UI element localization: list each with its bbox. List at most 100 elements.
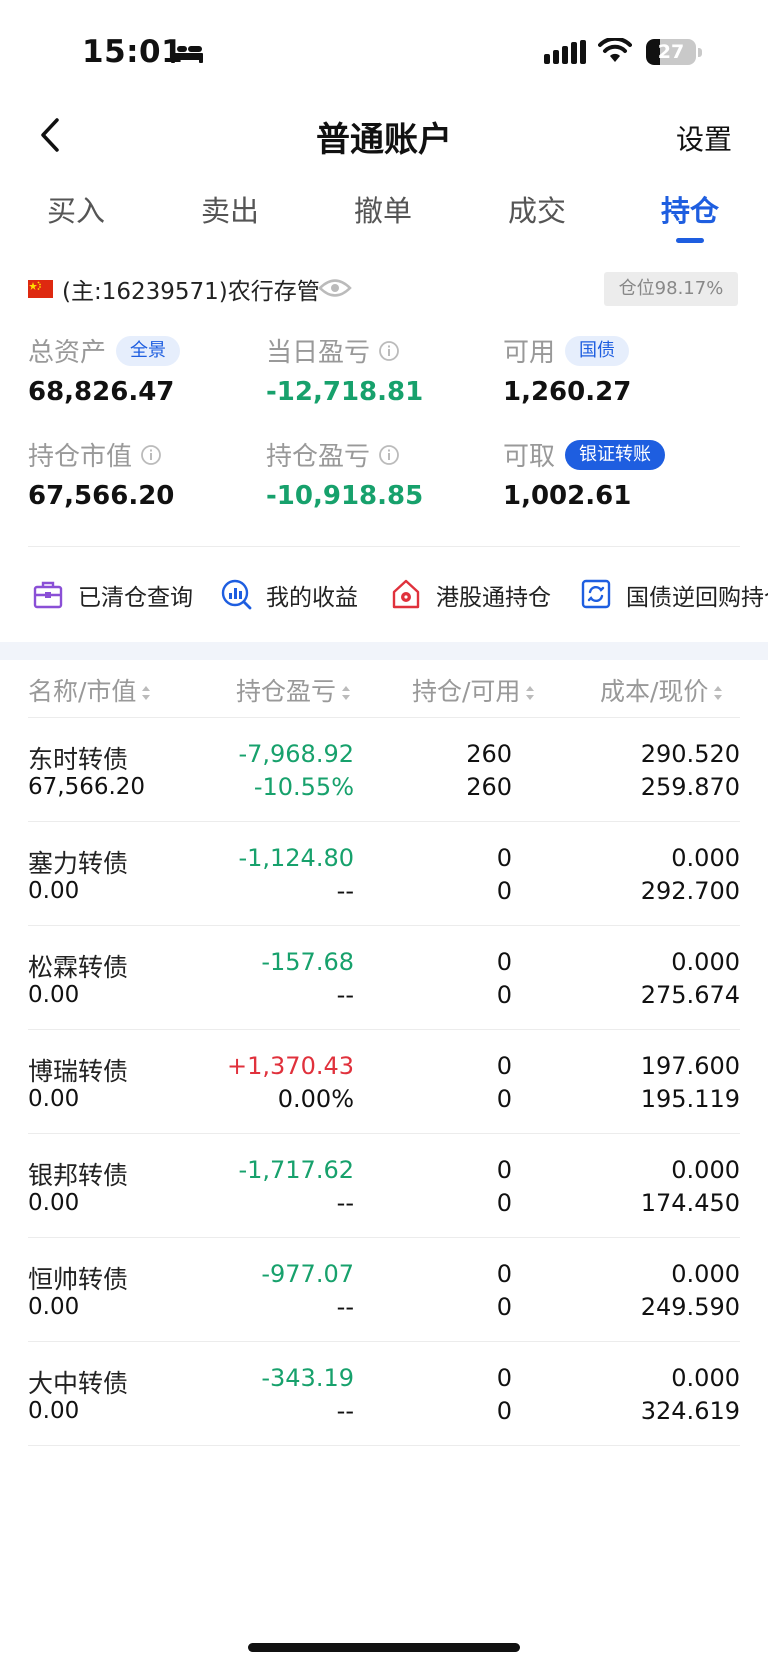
account-label[interactable]: (主:16239571)农行存管 bbox=[62, 272, 320, 306]
bauhinia-home-icon bbox=[392, 579, 420, 609]
overview-button[interactable]: 全景 bbox=[116, 335, 181, 366]
available-qty: 0 bbox=[496, 1293, 512, 1321]
holding-qty: 0 bbox=[496, 1156, 512, 1184]
status-time: 15:01 bbox=[82, 34, 184, 70]
current-price: 292.700 bbox=[640, 877, 740, 905]
briefcase-icon bbox=[33, 581, 63, 609]
shortcut-bar: 已清仓查询 我的收益 港股通持仓 国债逆回购持仓 bbox=[28, 572, 768, 616]
section-separator bbox=[0, 642, 768, 660]
sleep-bed-icon bbox=[171, 44, 203, 63]
wifi-icon bbox=[598, 38, 632, 62]
position-pnl: -1,717.62 bbox=[238, 1156, 354, 1184]
total-assets: 总资产 全景 68,826.47 bbox=[28, 332, 258, 407]
chart-search-icon bbox=[221, 579, 252, 610]
holdings-table-header: 名称/市值 持仓盈亏 持仓/可用 成本/现价 bbox=[0, 672, 768, 718]
china-flag-icon bbox=[28, 280, 53, 298]
market-value: 0.00 bbox=[28, 1086, 80, 1112]
divider bbox=[28, 546, 740, 547]
holding-row[interactable]: 博瑞转债 0.00 +1,370.43 0.00% 0 0 197.600 19… bbox=[28, 1030, 740, 1134]
available-value: 1,260.27 bbox=[503, 377, 632, 407]
market-value: 0.00 bbox=[28, 982, 80, 1008]
sort-icon bbox=[714, 686, 723, 700]
holding-value-value: 67,566.20 bbox=[28, 481, 175, 511]
daily-pnl: 当日盈亏 -12,718.81 bbox=[266, 332, 496, 407]
holding-qty: 0 bbox=[496, 844, 512, 872]
position-pnl-pct: -- bbox=[336, 1293, 354, 1321]
position-pnl: -343.19 bbox=[261, 1364, 354, 1392]
daily-pnl-label: 当日盈亏 bbox=[266, 338, 371, 368]
cellular-signal-icon bbox=[544, 40, 586, 64]
bond-name: 松霖转债 bbox=[28, 953, 129, 982]
available-qty: 0 bbox=[496, 1397, 512, 1425]
daily-pnl-value: -12,718.81 bbox=[266, 377, 424, 407]
position-pnl-pct: -- bbox=[336, 1189, 354, 1217]
withdrawable-label: 可取 bbox=[503, 442, 556, 472]
tab-buy[interactable]: 买入 bbox=[31, 188, 121, 230]
bond-name: 东时转债 bbox=[28, 745, 129, 774]
sort-cost-header[interactable]: 成本/现价 bbox=[600, 672, 724, 708]
home-indicator[interactable] bbox=[248, 1643, 520, 1652]
holding-row[interactable]: 东时转债 67,566.20 -7,968.92 -10.55% 260 260… bbox=[28, 718, 740, 822]
market-value: 0.00 bbox=[28, 1398, 80, 1424]
sort-holding-header[interactable]: 持仓/可用 bbox=[412, 672, 536, 708]
holding-pnl-label: 持仓盈亏 bbox=[266, 442, 371, 472]
current-price: 174.450 bbox=[640, 1189, 740, 1217]
bond-name: 恒帅转债 bbox=[28, 1265, 129, 1294]
bond-name: 大中转债 bbox=[28, 1369, 129, 1398]
available-qty: 0 bbox=[496, 981, 512, 1009]
cost-price: 0.000 bbox=[671, 1260, 740, 1288]
settings-button[interactable]: 设置 bbox=[676, 118, 732, 158]
tab-cancel[interactable]: 撤单 bbox=[338, 188, 428, 230]
current-price: 324.619 bbox=[640, 1397, 740, 1425]
position-pnl: -7,968.92 bbox=[238, 740, 354, 768]
position-ratio-badge: 仓位98.17% bbox=[604, 272, 738, 306]
total-assets-value: 68,826.47 bbox=[28, 377, 175, 407]
info-icon[interactable] bbox=[378, 444, 400, 466]
trade-tabs: 买入 卖出 撤单 成交 持仓 bbox=[0, 188, 768, 248]
market-value: 0.00 bbox=[28, 1294, 80, 1320]
holding-qty: 0 bbox=[496, 1052, 512, 1080]
current-price: 259.870 bbox=[640, 773, 740, 801]
refresh-box-icon bbox=[581, 579, 611, 609]
sort-icon bbox=[142, 686, 151, 700]
current-price: 249.590 bbox=[640, 1293, 740, 1321]
holding-row[interactable]: 松霖转债 0.00 -157.68 -- 0 0 0.000 275.674 bbox=[28, 926, 740, 1030]
battery-icon: 27 bbox=[646, 39, 702, 65]
holding-pnl: 持仓盈亏 -10,918.85 bbox=[266, 436, 496, 511]
holding-row[interactable]: 大中转债 0.00 -343.19 -- 0 0 0.000 324.619 bbox=[28, 1342, 740, 1446]
current-price: 275.674 bbox=[640, 981, 740, 1009]
bond-name: 银邦转债 bbox=[28, 1161, 129, 1190]
withdrawable-funds: 可取 银证转账 1,002.61 bbox=[503, 436, 733, 511]
position-pnl: -157.68 bbox=[261, 948, 354, 976]
total-assets-label: 总资产 bbox=[28, 338, 107, 368]
holding-row[interactable]: 塞力转债 0.00 -1,124.80 -- 0 0 0.000 292.700 bbox=[28, 822, 740, 926]
position-pnl: +1,370.43 bbox=[227, 1052, 354, 1080]
market-value: 0.00 bbox=[28, 878, 80, 904]
sort-icon bbox=[342, 686, 351, 700]
holding-row[interactable]: 银邦转债 0.00 -1,717.62 -- 0 0 0.000 174.450 bbox=[28, 1134, 740, 1238]
sort-icon bbox=[526, 686, 535, 700]
cost-price: 0.000 bbox=[671, 1364, 740, 1392]
tab-sell[interactable]: 卖出 bbox=[185, 188, 275, 230]
eye-icon[interactable] bbox=[318, 277, 352, 299]
available-funds: 可用 国债 1,260.27 bbox=[503, 332, 733, 407]
market-value: 0.00 bbox=[28, 1190, 80, 1216]
bond-name: 塞力转债 bbox=[28, 849, 129, 878]
sort-pnl-header[interactable]: 持仓盈亏 bbox=[236, 672, 352, 708]
info-icon[interactable] bbox=[140, 444, 162, 466]
available-qty: 0 bbox=[496, 877, 512, 905]
cost-price: 290.520 bbox=[640, 740, 740, 768]
holding-row[interactable]: 恒帅转债 0.00 -977.07 -- 0 0 0.000 249.590 bbox=[28, 1238, 740, 1342]
position-pnl-pct: -- bbox=[336, 877, 354, 905]
position-pnl: -1,124.80 bbox=[238, 844, 354, 872]
treasury-button[interactable]: 国债 bbox=[565, 335, 630, 366]
position-pnl-pct: 0.00% bbox=[277, 1085, 354, 1113]
tab-deals[interactable]: 成交 bbox=[492, 188, 582, 230]
bank-transfer-button[interactable]: 银证转账 bbox=[565, 439, 666, 470]
holding-pnl-value: -10,918.85 bbox=[266, 481, 424, 511]
tab-holdings[interactable]: 持仓 bbox=[645, 188, 735, 243]
cost-price: 197.600 bbox=[640, 1052, 740, 1080]
sort-name-header[interactable]: 名称/市值 bbox=[28, 672, 152, 708]
market-value: 67,566.20 bbox=[28, 774, 146, 800]
info-icon[interactable] bbox=[378, 340, 400, 362]
